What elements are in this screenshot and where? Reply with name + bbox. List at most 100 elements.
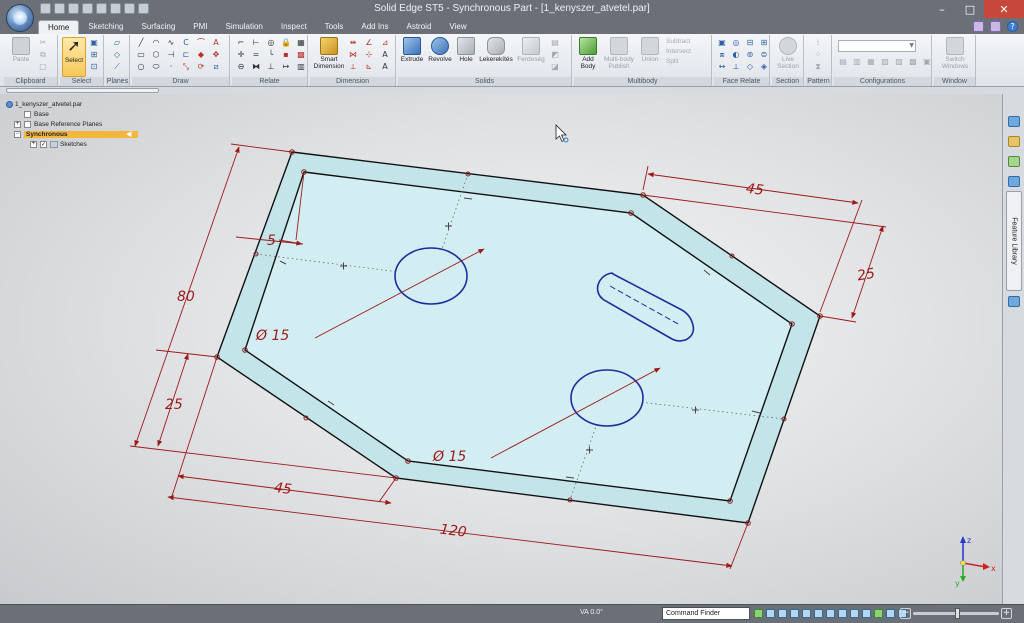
copy-icon[interactable]: ⧉ bbox=[38, 50, 48, 60]
close-button[interactable]: ✕ bbox=[984, 0, 1024, 18]
view-triad[interactable]: z x y bbox=[955, 536, 996, 588]
pathfinder-item-base[interactable]: Base bbox=[6, 109, 138, 119]
rib-icon[interactable]: ◪ bbox=[550, 62, 560, 72]
circle-icon[interactable]: ○ bbox=[136, 62, 146, 72]
perpendicular-face-icon[interactable]: ⊞ bbox=[759, 38, 769, 48]
collapse-icon[interactable]: − bbox=[14, 130, 21, 138]
horizontal-vertical-icon[interactable]: ⊢ bbox=[251, 38, 261, 48]
tangent-face-icon[interactable]: ◐ bbox=[731, 50, 741, 60]
dimension-text-icon[interactable]: A bbox=[380, 50, 390, 60]
intersect-button[interactable]: Intersect bbox=[666, 48, 691, 55]
graphics-window[interactable]: 45 25 5 80 25 45 120 Ø 15 Ø 15 z x y 1_k… bbox=[0, 94, 1002, 604]
zoom-in-button[interactable]: + bbox=[1001, 608, 1012, 619]
mirror-icon[interactable]: ◆ bbox=[196, 50, 206, 60]
tab-simulation[interactable]: Simulation bbox=[217, 20, 272, 34]
docked-layers-icon[interactable] bbox=[1008, 136, 1020, 147]
pathfinder-scrollbar[interactable] bbox=[6, 88, 159, 93]
extrude-button[interactable]: Extrude bbox=[398, 37, 426, 77]
minimize-button[interactable]: – bbox=[928, 0, 956, 18]
help-icon[interactable]: ? bbox=[1007, 21, 1018, 32]
application-button[interactable] bbox=[6, 4, 34, 32]
select-button[interactable]: ➚ Select bbox=[62, 37, 86, 77]
tab-tools[interactable]: Tools bbox=[316, 20, 353, 34]
perspective-icon[interactable] bbox=[886, 609, 895, 618]
dim-120[interactable]: 120 bbox=[439, 522, 468, 541]
pathfinder-root[interactable]: 1_kenyszer_atvetel.par bbox=[6, 99, 138, 109]
symmetric-face-icon[interactable]: ⧈ bbox=[717, 50, 727, 60]
distance-between-icon[interactable]: ⇹ bbox=[348, 38, 358, 48]
plane-normal-icon[interactable]: ◇ bbox=[112, 50, 122, 60]
midpoint-icon[interactable]: ↦ bbox=[281, 62, 291, 72]
config-view-icon[interactable]: ▥ bbox=[852, 57, 862, 67]
rect-pattern-icon[interactable]: ⁞ bbox=[813, 38, 823, 48]
offset-icon[interactable]: ⊏ bbox=[181, 50, 191, 60]
hole-button[interactable]: Hole bbox=[454, 37, 478, 77]
plane-icon[interactable]: ▱ bbox=[112, 38, 122, 48]
tab-home[interactable]: Home bbox=[38, 20, 80, 34]
sketches-checkbox[interactable]: ✓ bbox=[40, 140, 47, 148]
trim-icon[interactable]: ⊣ bbox=[166, 50, 176, 60]
maintain-icon[interactable]: ▥ bbox=[296, 62, 306, 72]
horizontal-face-icon[interactable]: ↔ bbox=[717, 62, 727, 72]
tab-pmi[interactable]: PMI bbox=[184, 20, 216, 34]
revolve-button[interactable]: Revolve bbox=[425, 37, 455, 77]
shaded-icon[interactable] bbox=[838, 609, 847, 618]
chamfer-dim-icon[interactable]: ⊾ bbox=[364, 62, 374, 72]
circ-pattern-icon[interactable]: ⁘ bbox=[813, 50, 823, 60]
reference-planes-checkbox[interactable] bbox=[24, 120, 31, 128]
thin-wall-icon[interactable]: ▤ bbox=[550, 38, 560, 48]
text-icon[interactable]: A bbox=[211, 38, 221, 48]
symmetric-diameter-icon[interactable]: ⋈ bbox=[348, 50, 358, 60]
coordinate-dim-icon[interactable]: ⊿ bbox=[380, 38, 390, 48]
rotate-view-icon[interactable] bbox=[802, 609, 811, 618]
view-orientation-icon[interactable] bbox=[826, 609, 835, 618]
zoom-area-icon[interactable] bbox=[754, 609, 763, 618]
ferdeseg-button[interactable]: Ferdeség bbox=[514, 37, 548, 77]
split-button[interactable]: Split bbox=[666, 58, 691, 65]
dim-diameter-hole-2[interactable]: Ø 15 bbox=[432, 449, 466, 465]
dim-45-bottom[interactable]: 45 bbox=[273, 480, 293, 498]
zoom-slider-thumb[interactable] bbox=[955, 608, 960, 619]
fillet-icon[interactable]: ⌒ bbox=[196, 38, 206, 48]
multibody-publish-button[interactable]: Multi-body Publish bbox=[602, 37, 636, 77]
select-tools-icon[interactable]: ⊡ bbox=[89, 62, 99, 72]
fit-icon[interactable] bbox=[778, 609, 787, 618]
extend-icon[interactable]: ⤡ bbox=[181, 62, 191, 72]
dimension-axis-icon[interactable]: ⟂ bbox=[348, 62, 358, 72]
tangent-icon[interactable]: ⊖ bbox=[236, 62, 246, 72]
visible-edges-icon[interactable] bbox=[850, 609, 859, 618]
feature-library-tab[interactable]: Feature Library bbox=[1006, 191, 1022, 291]
live-section-button[interactable]: Live Section bbox=[773, 37, 803, 77]
point-icon[interactable]: · bbox=[166, 62, 176, 72]
move-icon[interactable]: ✥ bbox=[211, 50, 221, 60]
rigid-face-icon[interactable]: ◇ bbox=[745, 62, 755, 72]
config-pmi-icon[interactable]: ▣ bbox=[922, 57, 932, 67]
pathfinder-item-synchronous[interactable]: − Synchronous ◀ bbox=[6, 129, 138, 139]
dim-25-right[interactable]: 25 bbox=[856, 266, 876, 285]
union-button[interactable]: Union bbox=[636, 37, 664, 77]
docked-library-icon[interactable] bbox=[1008, 296, 1020, 307]
lock-icon[interactable]: 🔒 bbox=[281, 38, 291, 48]
ribbon-collapse-icon[interactable] bbox=[990, 21, 1001, 32]
expand-icon[interactable]: + bbox=[30, 140, 37, 148]
pan-icon[interactable] bbox=[790, 609, 799, 618]
select-filter-icon[interactable]: ⊞ bbox=[89, 50, 99, 60]
maximize-button[interactable]: □ bbox=[956, 0, 984, 18]
annotation-icon[interactable]: A bbox=[380, 62, 390, 72]
pin-icon[interactable] bbox=[973, 21, 984, 32]
hole-2[interactable] bbox=[570, 369, 644, 427]
model-view[interactable]: 45 25 5 80 25 45 120 Ø 15 Ø 15 z x y bbox=[0, 94, 1002, 604]
symmetric-icon[interactable]: ⧓ bbox=[251, 62, 261, 72]
dim-80[interactable]: 80 bbox=[177, 289, 195, 305]
ellipse-icon[interactable]: ⬭ bbox=[151, 62, 161, 72]
tab-sketching[interactable]: Sketching bbox=[79, 20, 132, 34]
zoom-icon[interactable] bbox=[766, 609, 775, 618]
base-checkbox[interactable] bbox=[24, 110, 31, 118]
dim-diameter-hole-1[interactable]: Ø 15 bbox=[255, 328, 289, 344]
dim-5[interactable]: 5 bbox=[267, 233, 276, 249]
configuration-select[interactable]: ▼ bbox=[838, 40, 916, 52]
polygon-icon[interactable]: ⬡ bbox=[151, 50, 161, 60]
project-icon[interactable]: ⧄ bbox=[211, 62, 221, 72]
rotate-icon[interactable]: ⟳ bbox=[196, 62, 206, 72]
plate-inner-outline[interactable] bbox=[244, 171, 793, 502]
